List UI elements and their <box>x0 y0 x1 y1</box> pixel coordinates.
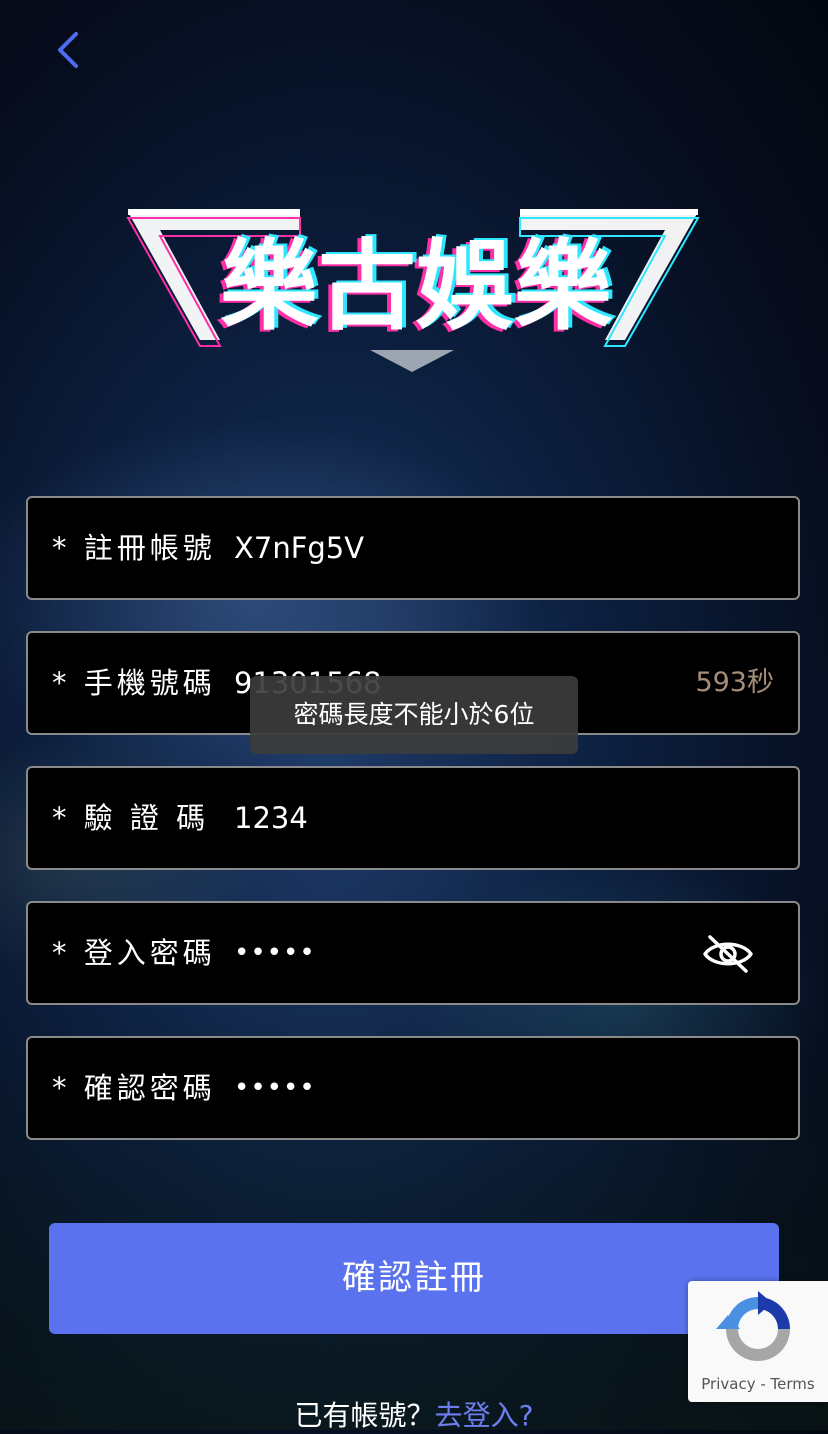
phone-label: * 手機號碼 <box>52 666 216 700</box>
login-prompt-text: 已有帳號？ <box>294 1399 435 1432</box>
go-login-link[interactable]: 去登入? <box>435 1399 534 1432</box>
password-label: * 登入密碼 <box>52 936 216 970</box>
privacy-link[interactable]: Privacy <box>701 1375 755 1393</box>
account-input[interactable]: X7nFg5V <box>234 498 364 598</box>
verification-code-field[interactable]: * 驗 證 碼 1234 <box>26 766 800 870</box>
confirm-password-input[interactable]: ••••• <box>234 1038 316 1138</box>
account-field[interactable]: * 註冊帳號 X7nFg5V <box>26 496 800 600</box>
verification-code-label: * 驗 證 碼 <box>52 801 210 835</box>
recaptcha-badge[interactable]: Privacy - Terms <box>688 1281 828 1402</box>
confirm-password-field[interactable]: * 確認密碼 ••••• <box>26 1036 800 1140</box>
recaptcha-links: Privacy - Terms <box>688 1375 828 1393</box>
account-label: * 註冊帳號 <box>52 531 216 565</box>
terms-link[interactable]: Terms <box>771 1375 815 1393</box>
confirm-register-button[interactable]: 確認註冊 <box>49 1223 779 1334</box>
sms-countdown[interactable]: 593秒 <box>695 633 774 733</box>
separator: - <box>755 1375 771 1393</box>
svg-text:樂古娛樂: 樂古娛樂 <box>220 230 613 344</box>
toast-message: 密碼長度不能小於6位 <box>250 676 578 754</box>
chevron-left-icon <box>58 32 78 68</box>
password-field[interactable]: * 登入密碼 ••••• <box>26 901 800 1005</box>
confirm-password-label: * 確認密碼 <box>52 1071 216 1105</box>
eye-slash-icon[interactable] <box>702 933 754 975</box>
verification-code-input[interactable]: 1234 <box>234 768 308 868</box>
brand-logo: 樂古娛樂 樂古娛樂 樂古娛樂 <box>120 200 705 375</box>
recaptcha-icon <box>716 1291 790 1361</box>
password-input[interactable]: ••••• <box>234 903 316 1003</box>
back-button[interactable] <box>50 28 90 72</box>
